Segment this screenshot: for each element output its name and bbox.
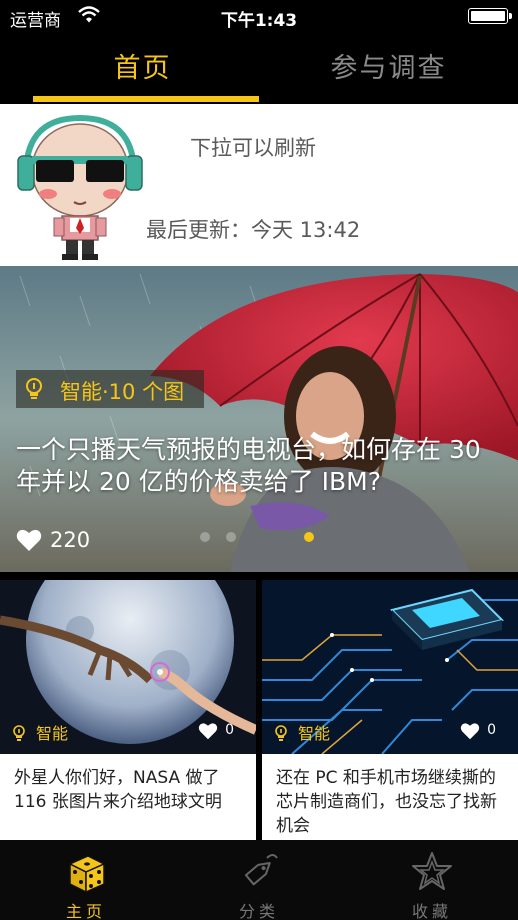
lightbulb-icon xyxy=(26,378,42,399)
tab-survey[interactable]: 参与调查 xyxy=(259,46,518,85)
lightbulb-icon xyxy=(275,725,287,741)
status-bar: 运营商 下午1:43 xyxy=(0,0,518,34)
star-icon xyxy=(412,852,452,890)
like-count: 0 xyxy=(487,722,496,738)
heart-icon[interactable] xyxy=(198,722,218,740)
article-title[interactable]: 还在 PC 和手机市场继续撕的芯片制造商们，也没忘了找新机会 xyxy=(276,766,508,838)
tab-bar-label: 主页 xyxy=(65,902,106,920)
battery-icon xyxy=(468,8,512,24)
tab-bar-item-home[interactable]: 主页 xyxy=(0,840,172,920)
last-updated: 最后更新：今天 13:42 xyxy=(146,218,361,242)
article-title[interactable]: 外星人你们好，NASA 做了 116 张图片来介绍地球文明 xyxy=(14,766,246,814)
clock: 下午1:43 xyxy=(220,11,298,31)
lightbulb-icon xyxy=(13,725,25,741)
featured-article-image xyxy=(0,266,518,572)
pager-dot[interactable] xyxy=(226,532,236,542)
article-card[interactable]: 智能 0 还在 PC 和手机市场继续撕的芯片制造商们，也没忘了找新机会 xyxy=(262,580,518,840)
tag-icon xyxy=(244,854,278,886)
featured-article[interactable]: 智能·10 个图 一个只播天气预报的电视台，如何存在 30 年并以 20 亿的价… xyxy=(0,266,518,572)
pull-to-refresh: 下拉可以刷新 最后更新：今天 13:42 xyxy=(0,104,518,266)
article-category: 智能 xyxy=(274,720,330,744)
pager-dot-active[interactable] xyxy=(304,532,314,542)
article-category-label: 智能 xyxy=(36,724,69,743)
article-category-badge: 智能·10 个图 xyxy=(16,370,204,408)
tab-bar-item-favorites[interactable]: 收藏 xyxy=(346,840,518,920)
tab-indicator xyxy=(33,96,259,102)
article-category: 智能·10 个图 xyxy=(60,380,185,404)
pager-dot[interactable] xyxy=(200,532,210,542)
tab-bar-label: 收藏 xyxy=(411,902,452,920)
heart-icon xyxy=(16,529,42,551)
tab-home[interactable]: 首页 xyxy=(13,46,272,85)
heart-icon[interactable] xyxy=(460,722,480,740)
dice-icon xyxy=(68,855,106,894)
top-tab-bar: 首页 参与调查 xyxy=(0,34,518,104)
featured-article-title[interactable]: 一个只播天气预报的电视台，如何存在 30 年并以 20 亿的价格卖给了 IBM? xyxy=(16,434,506,498)
mascot-avatar xyxy=(17,114,143,260)
article-category: 智能 xyxy=(12,720,68,744)
tab-bar-item-category[interactable]: 分类 xyxy=(173,840,345,920)
pull-hint: 下拉可以刷新 xyxy=(190,136,316,160)
like-count: 0 xyxy=(225,722,234,738)
article-card[interactable]: 智能 0 外星人你们好，NASA 做了 116 张图片来介绍地球文明 xyxy=(0,580,256,840)
like-count: 220 xyxy=(50,528,91,552)
bottom-tab-bar: 主页 分类 收藏 xyxy=(0,840,518,920)
tab-bar-label: 分类 xyxy=(238,902,279,920)
article-category-label: 智能 xyxy=(298,724,331,743)
